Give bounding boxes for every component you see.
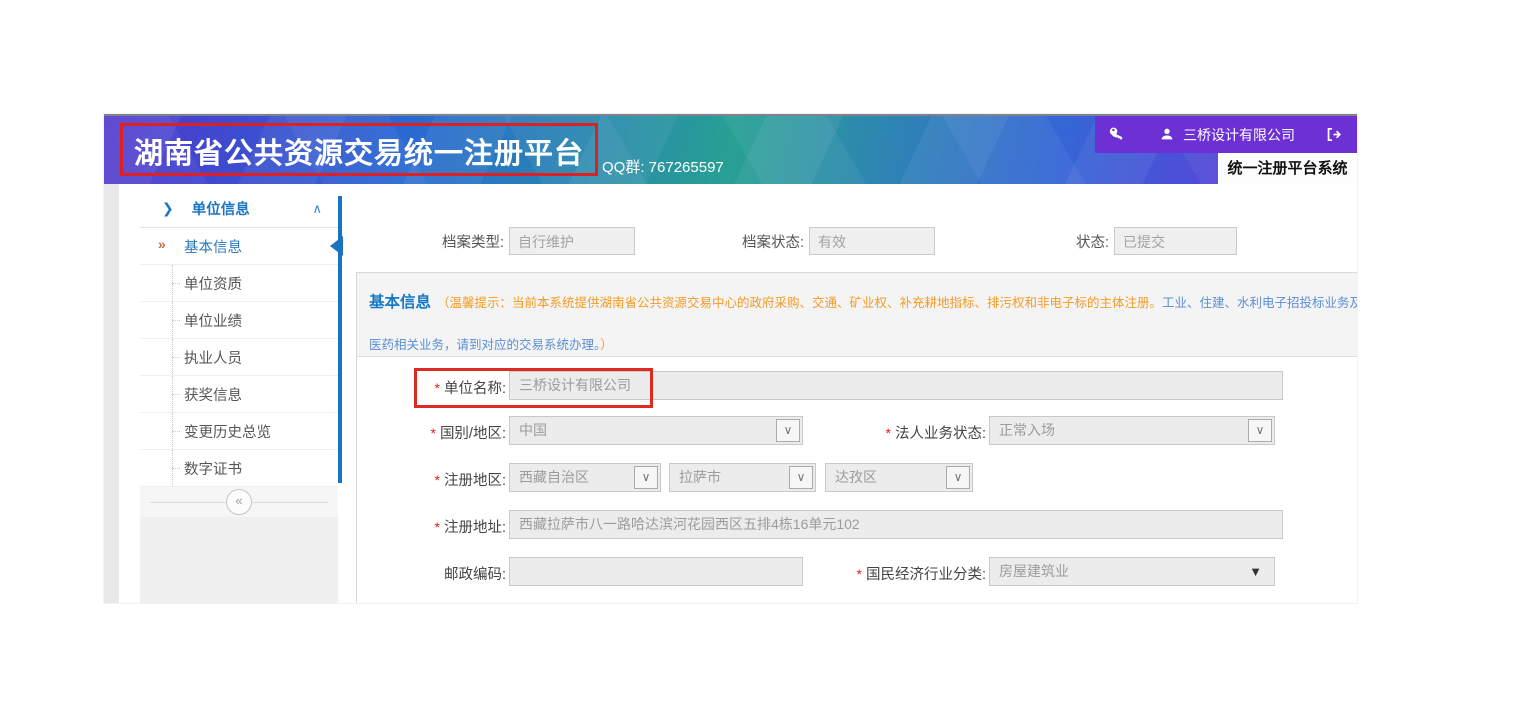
legal-status-select[interactable]: 正常入场∨ [989, 416, 1275, 445]
archive-type-input[interactable]: 自行维护 [509, 227, 635, 255]
main-content: 档案类型: 自行维护 档案状态: 有效 状态: 已提交 基本信息 （温馨提示：当前… [345, 184, 1357, 603]
country-label: *国别/地区: [357, 422, 506, 443]
annotation-box-title [120, 123, 598, 176]
field-archive-status: 档案状态: 有效 [734, 226, 935, 256]
sidebar-item-label: 单位资质 [184, 273, 242, 294]
address-input[interactable]: 西藏拉萨市八一路哈达滨河花园西区五排4栋16单元102 [509, 510, 1283, 539]
required-icon: * [857, 566, 862, 582]
required-icon: * [435, 519, 440, 535]
sidebar-item-label: 基本信息 [184, 236, 242, 257]
archive-type-label: 档案类型: [434, 231, 504, 252]
sidebar-item-basic-info[interactable]: » 基本信息 [140, 228, 338, 265]
section-header: 基本信息 （温馨提示：当前本系统提供湖南省公共资源交易中心的政府采购、交通、矿业权… [357, 273, 1357, 357]
field-archive-type: 档案类型: 自行维护 [434, 226, 635, 256]
key-icon[interactable] [1107, 126, 1125, 144]
chevron-right-icon: ❯ [162, 200, 174, 217]
user-menu[interactable]: 三桥设计有限公司 [1159, 125, 1295, 145]
sidebar-collapse-row: « [140, 487, 338, 517]
active-marker-icon: » [158, 236, 166, 252]
address-label: *注册地址: [357, 516, 506, 537]
tab-system-name[interactable]: 统一注册平台系统 [1218, 153, 1357, 184]
section-title: 基本信息 [369, 294, 431, 311]
notice-orange: （温馨提示：当前本系统提供湖南省公共资源交易中心的政府采购、交通、矿业权、补充耕… [437, 296, 1162, 310]
region-label: *注册地区: [357, 469, 506, 490]
required-icon: * [435, 380, 440, 396]
sidebar-item-awards[interactable]: 获奖信息 [140, 376, 338, 413]
unit-name-label: *单位名称: [357, 377, 506, 398]
dropdown-icon[interactable]: ∨ [789, 466, 813, 489]
region-city-select[interactable]: 拉萨市∨ [669, 463, 816, 492]
country-select[interactable]: 中国∨ [509, 416, 803, 445]
archive-status-label: 档案状态: [734, 231, 804, 252]
app-window: 湖南省公共资源交易统一注册平台 QQ群: 767265597 三桥设计有限公司 … [104, 114, 1357, 603]
left-rail [104, 184, 119, 603]
required-icon: * [886, 425, 891, 441]
sidebar-item-digital-certificate[interactable]: 数字证书 [140, 450, 338, 487]
dropdown-icon[interactable]: ∨ [946, 466, 970, 489]
user-name: 三桥设计有限公司 [1183, 125, 1295, 145]
sidebar-filler [140, 517, 338, 603]
dropdown-icon[interactable]: ∨ [634, 466, 658, 489]
caret-down-icon[interactable]: ▼ [1249, 558, 1262, 585]
sidebar: ❯ 单位信息 ∧ » 基本信息 单位资质 单位业绩 执业人员 获奖信息 变更历史… [140, 190, 338, 603]
qq-group-label: QQ群: 767265597 [602, 156, 724, 177]
sidebar-item-change-history[interactable]: 变更历史总览 [140, 413, 338, 450]
collapse-sidebar-button[interactable]: « [226, 489, 252, 515]
sidebar-item-label: 单位业绩 [184, 310, 242, 331]
status-label: 状态: [1067, 231, 1109, 252]
postcode-input[interactable] [509, 557, 803, 586]
sidebar-item-practitioners[interactable]: 执业人员 [140, 339, 338, 376]
chevron-up-icon: ∧ [312, 201, 322, 217]
field-status: 状态: 已提交 [1067, 226, 1237, 256]
industry-select[interactable]: 房屋建筑业▼ [989, 557, 1275, 586]
logout-icon[interactable] [1325, 126, 1343, 144]
region-district-select[interactable]: 达孜区∨ [825, 463, 973, 492]
sidebar-item-label: 数字证书 [184, 458, 242, 479]
header: 湖南省公共资源交易统一注册平台 QQ群: 767265597 三桥设计有限公司 … [104, 116, 1357, 184]
sidebar-accent-bar [338, 196, 342, 483]
sidebar-item-unit-performance[interactable]: 单位业绩 [140, 302, 338, 339]
status-input[interactable]: 已提交 [1114, 227, 1237, 255]
dropdown-icon[interactable]: ∨ [1248, 419, 1272, 442]
required-icon: * [435, 472, 440, 488]
sidebar-item-label: 获奖信息 [184, 384, 242, 405]
sidebar-group-unit-info[interactable]: ❯ 单位信息 ∧ [140, 190, 338, 228]
sidebar-item-label: 执业人员 [184, 347, 242, 368]
region-province-select[interactable]: 西藏自治区∨ [509, 463, 661, 492]
required-icon: * [430, 425, 435, 441]
archive-status-input[interactable]: 有效 [809, 227, 935, 255]
sidebar-group-label: 单位信息 [192, 198, 250, 219]
legal-status-label: *法人业务状态: [797, 422, 986, 443]
sidebar-item-label: 变更历史总览 [184, 421, 271, 442]
sidebar-item-unit-qualification[interactable]: 单位资质 [140, 265, 338, 302]
unit-name-input[interactable]: 三桥设计有限公司 [509, 371, 1283, 400]
user-icon [1159, 126, 1177, 144]
industry-label: *国民经济行业分类: [797, 563, 986, 584]
postcode-label: 邮政编码: [357, 563, 506, 584]
header-toolbar: 三桥设计有限公司 [1095, 116, 1357, 153]
basic-info-section: 基本信息 （温馨提示：当前本系统提供湖南省公共资源交易中心的政府采购、交通、矿业权… [356, 272, 1357, 603]
notice-close: ） [600, 338, 613, 352]
